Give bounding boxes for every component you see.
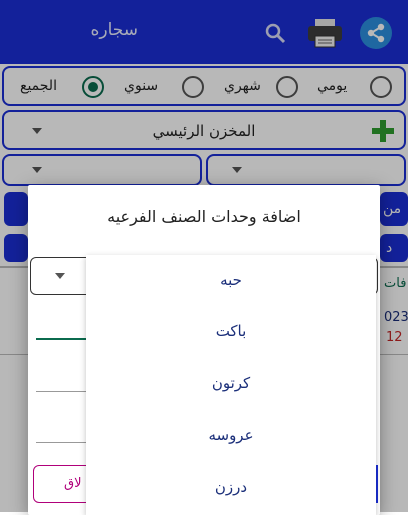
chevron-down-icon — [55, 273, 65, 279]
input-underline — [36, 442, 86, 443]
close-button-label: لاق — [64, 476, 82, 491]
menu-item-unit[interactable]: كرتون — [86, 374, 376, 392]
unit-dropdown-menu: حبه باكت كرتون عروسه درزن — [86, 255, 376, 515]
add-units-dialog: اضافة وحدات الصنف الفرعيه لاق حبه باكت ك… — [28, 185, 380, 515]
dialog-title: اضافة وحدات الصنف الفرعيه — [107, 207, 301, 226]
input-underline — [36, 391, 86, 392]
input-underline-active — [36, 338, 86, 340]
menu-item-unit[interactable]: باكت — [86, 322, 376, 340]
menu-item-unit[interactable]: حبه — [86, 271, 376, 289]
menu-item-unit[interactable]: درزن — [86, 478, 376, 496]
menu-item-unit[interactable]: عروسه — [86, 426, 376, 444]
